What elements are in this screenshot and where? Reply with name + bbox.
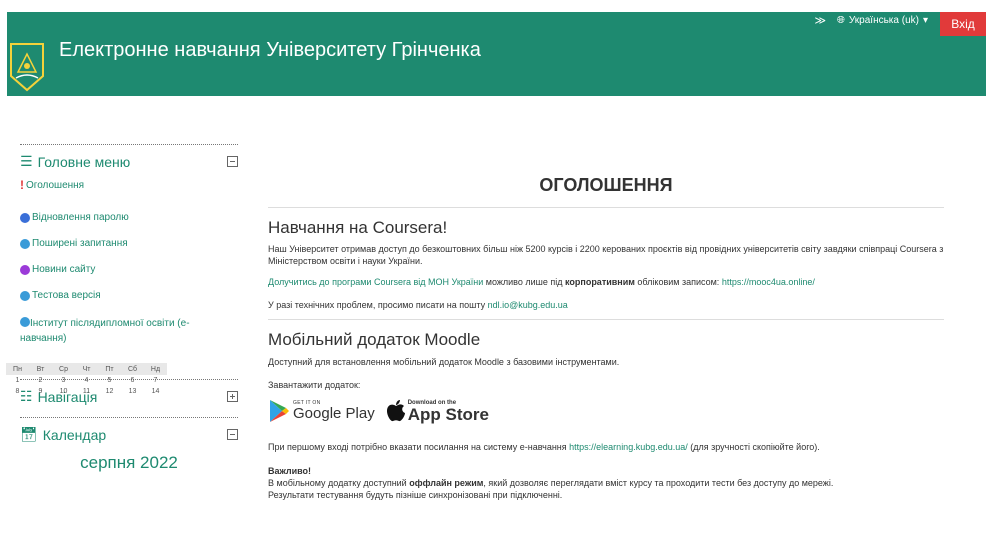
login-button[interactable]: Вхід (940, 12, 986, 36)
first-login-text: При першому вході потрібно вказати посил… (268, 442, 820, 452)
calendar-day[interactable]: 4 (75, 375, 98, 386)
menu-item-test-version[interactable]: Тестова версія (20, 290, 238, 301)
menu-item-announcements[interactable]: ! Оголошення (20, 178, 238, 192)
calendar-day[interactable]: 8 (6, 386, 29, 397)
menu-item-password-reset[interactable]: Відновлення паролю (20, 212, 238, 223)
menu-item-news[interactable]: Новини сайту (20, 264, 238, 275)
weekday-label: Пт (98, 363, 121, 375)
expand-block-icon[interactable] (227, 391, 238, 402)
collapse-icon[interactable] (227, 429, 238, 440)
calendar-title[interactable]: 📅︎ Календар (20, 426, 106, 443)
calendar-day[interactable]: 11 (75, 386, 98, 397)
mooc-link[interactable]: https://mooc4ua.online/ (722, 277, 815, 287)
divider (268, 207, 944, 208)
weekday-label: Чт (75, 363, 98, 375)
calendar-icon: 📅︎ (20, 426, 38, 442)
menu-item-institute[interactable]: Інститут післядипломної освіти (е-навчан… (20, 316, 220, 346)
calendar-block-header: 📅︎ Календар (20, 417, 238, 445)
help-icon (20, 238, 30, 249)
download-label: Завантажити додаток: (268, 380, 361, 390)
app-store-label: App Store (407, 404, 489, 424)
calendar-week: 8 9 10 11 12 13 14 (6, 386, 167, 397)
calendar-table: Пн Вт Ср Чт Пт Сб Нд 1 2 3 4 5 6 7 8 9 1… (6, 363, 167, 397)
calendar-month: серпня 2022 (80, 453, 178, 472)
coursera-title: Навчання на Coursera! (268, 218, 448, 237)
test-icon (20, 290, 30, 301)
calendar-day[interactable]: 7 (144, 375, 167, 386)
mobile-app-title: Мобільний додаток Moodle (268, 330, 481, 349)
sync-text: Результати тестування будуть пізніше син… (268, 490, 563, 500)
google-play-icon (270, 400, 289, 422)
main-menu-block-header: ☰ Головне меню (20, 144, 238, 172)
page-title: ОГОЛОШЕННЯ (539, 175, 673, 195)
main-menu-title[interactable]: ☰ Головне меню (20, 153, 130, 170)
coursera-text: Наш Університет отримав доступ до безкош… (268, 244, 944, 266)
university-logo-icon[interactable] (8, 42, 46, 92)
elearning-link[interactable]: https://elearning.kubg.edu.ua/ (569, 442, 688, 452)
store-badges: GET IT ON Google Play Download on the Ap… (268, 399, 944, 423)
calendar-day[interactable]: 9 (29, 386, 52, 397)
calendar-week: 1 2 3 4 5 6 7 (6, 375, 167, 386)
apple-icon (386, 400, 405, 422)
menu-item-faq[interactable]: Поширені запитання (20, 238, 238, 249)
site-title[interactable]: Електронне навчання Університету Грінчен… (59, 39, 481, 62)
weekday-label: Нд (144, 363, 167, 375)
collapse-icon[interactable] (227, 156, 238, 167)
list-icon: ☰ (20, 153, 33, 169)
language-label: Українська (uk) (848, 15, 919, 26)
calendar-day[interactable]: 2 (29, 375, 52, 386)
news-icon (20, 264, 30, 275)
expand-icon[interactable]: ≫ (814, 14, 826, 27)
calendar-day[interactable]: 1 (6, 375, 29, 386)
google-play-label: Google Play (293, 405, 375, 422)
language-menu[interactable]: 🌐︎ Українська (uk) ▾ (837, 15, 928, 26)
calendar-day[interactable]: 10 (52, 386, 75, 397)
weekday-label: Ср (52, 363, 75, 375)
institute-icon (20, 317, 30, 327)
coursera-join: Долучитись до програми Coursera від МОН … (268, 277, 815, 287)
support-email-link[interactable]: ndl.io@kubg.edu.ua (488, 300, 568, 310)
calendar-day[interactable]: 12 (98, 386, 121, 397)
sidebar: ☰ Головне меню ! Оголошення Відновлення п… (20, 144, 238, 473)
app-store-button[interactable]: Download on the App Store (386, 400, 489, 424)
key-icon (20, 212, 30, 223)
globe-icon: 🌐︎ (836, 15, 845, 26)
calendar-day[interactable]: 14 (144, 386, 167, 397)
support-text: У разі технічних проблем, просимо писати… (268, 300, 568, 310)
coursera-join-link[interactable]: Долучитись до програми Coursera від МОН … (268, 277, 483, 287)
calendar-day[interactable]: 6 (121, 375, 144, 386)
offline-text: В мобільному додатку доступний оффлайн р… (268, 478, 834, 488)
site-header: ≫ 🌐︎ Українська (uk) ▾ Вхід Електронне н… (7, 12, 986, 96)
weekday-label: Сб (121, 363, 144, 375)
caret-down-icon: ▾ (922, 15, 928, 26)
weekday-label: Пн (6, 363, 29, 375)
divider (268, 319, 944, 320)
exclamation-icon: ! (20, 178, 24, 192)
calendar-day[interactable]: 13 (121, 386, 144, 397)
weekday-label: Вт (29, 363, 52, 375)
google-play-button[interactable]: GET IT ON Google Play (268, 399, 375, 423)
important-label: Важливо! (268, 466, 312, 476)
main-content: ОГОЛОШЕННЯ Навчання на Coursera! Наш Уні… (268, 160, 944, 501)
calendar-day[interactable]: 5 (98, 375, 121, 386)
mobile-app-desc: Доступний для встановлення мобільний дод… (268, 357, 620, 367)
calendar-day[interactable]: 3 (52, 375, 75, 386)
